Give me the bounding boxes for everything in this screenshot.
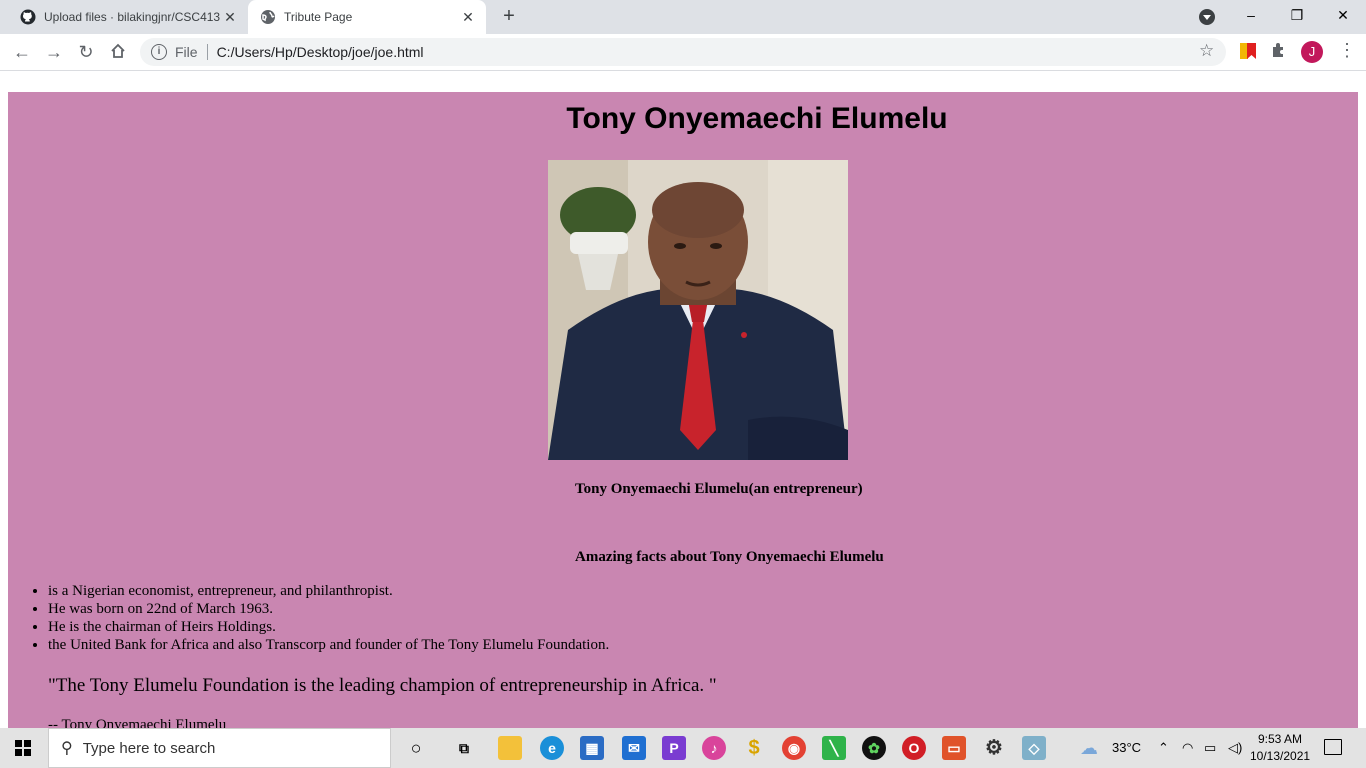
weather-temperature[interactable]: 33°C xyxy=(1112,728,1141,768)
address-bar[interactable]: i File C:/Users/Hp/Desktop/joe/joe.html xyxy=(140,38,1226,66)
opera-icon[interactable]: O xyxy=(902,736,926,760)
facts-heading: Amazing facts about Tony Onyemaechi Elum… xyxy=(575,549,884,565)
taskbar-search-input[interactable]: ⚲ Type here to search xyxy=(48,728,391,768)
search-icon: ⚲ xyxy=(61,740,73,757)
bookmark-extension-icon[interactable] xyxy=(1240,43,1256,59)
tab-close-icon[interactable]: ✕ xyxy=(460,9,476,26)
volume-icon[interactable]: ◁) xyxy=(1228,728,1242,768)
list-item: He was born on 22nd of March 1963. xyxy=(48,600,609,618)
image-caption: Tony Onyemaechi Elumelu(an entrepreneur) xyxy=(575,481,863,497)
task-view-icon[interactable]: ⧉ xyxy=(452,736,476,760)
globe-icon xyxy=(260,9,276,25)
itunes-icon[interactable]: ♪ xyxy=(702,736,726,760)
presentation-app-icon[interactable]: ▭ xyxy=(942,736,966,760)
chrome-icon[interactable]: ◉ xyxy=(782,736,806,760)
search-placeholder: Type here to search xyxy=(82,739,216,757)
list-item: He is the chairman of Heirs Holdings. xyxy=(48,618,609,636)
tab-close-icon[interactable]: ✕ xyxy=(222,9,238,26)
clock-time: 9:53 AM xyxy=(1257,732,1303,746)
wifi-icon[interactable]: ◠ xyxy=(1182,728,1193,768)
info-icon[interactable]: i xyxy=(151,44,167,60)
notification-icon[interactable] xyxy=(1324,739,1342,755)
list-item: the United Bank for Africa and also Tran… xyxy=(48,636,609,654)
tray-chevron-up-icon[interactable]: ⌃ xyxy=(1158,728,1169,768)
scheme-label: File xyxy=(175,44,198,60)
battery-icon[interactable]: ▭ xyxy=(1204,728,1216,768)
cortana-icon[interactable]: ○ xyxy=(404,736,428,760)
divider xyxy=(206,44,208,60)
settings-gear-icon[interactable]: ⚙ xyxy=(982,736,1006,760)
mail-icon[interactable]: ✉ xyxy=(622,736,646,760)
quote-attribution: -- Tony Onyemaechi Elumelu xyxy=(48,717,227,728)
portrait-image xyxy=(548,160,848,460)
green-app-icon[interactable]: ╲ xyxy=(822,736,846,760)
quote-text: "The Tony Elumelu Foundation is the lead… xyxy=(48,675,717,696)
minimize-button[interactable]: – xyxy=(1228,0,1274,30)
weather-cloud-icon[interactable]: ☁ xyxy=(1080,728,1098,768)
tab-tribute-page[interactable]: Tribute Page ✕ xyxy=(248,0,486,34)
p-app-icon[interactable]: P xyxy=(662,736,686,760)
tab-search-icon[interactable] xyxy=(1199,9,1215,25)
tab-title: Upload files · bilakingjnr/CSC413 xyxy=(44,10,221,24)
taskbar: ⚲ Type here to search ○ ⧉ e ▦ ✉ P ♪ $ ◉ … xyxy=(0,728,1366,768)
system-clock[interactable]: 9:53 AM 10/13/2021 xyxy=(1250,731,1310,765)
profile-avatar[interactable]: J xyxy=(1301,41,1323,63)
url-text: C:/Users/Hp/Desktop/joe/joe.html xyxy=(216,44,424,60)
bookmark-star-icon[interactable]: ☆ xyxy=(1199,41,1214,61)
list-item: is a Nigerian economist, entrepreneur, a… xyxy=(48,582,609,600)
menu-kebab-icon[interactable]: ⋮ xyxy=(1338,40,1356,61)
clock-date: 10/13/2021 xyxy=(1250,749,1311,763)
store-icon[interactable]: ▦ xyxy=(580,736,604,760)
github-icon xyxy=(20,9,36,25)
clover-app-icon[interactable]: ✿ xyxy=(862,736,886,760)
close-window-button[interactable]: ✕ xyxy=(1320,0,1366,30)
dollar-app-icon[interactable]: $ xyxy=(742,736,766,760)
new-tab-button[interactable]: + xyxy=(498,6,520,28)
facts-list: is a Nigerian economist, entrepreneur, a… xyxy=(8,582,609,654)
home-icon[interactable] xyxy=(108,42,128,62)
forward-arrow-icon[interactable]: → xyxy=(44,42,64,62)
tribute-page-body: Tony Onyemaechi Elumelu Tony Onyemaechi … xyxy=(8,92,1358,728)
file-explorer-icon[interactable] xyxy=(498,736,522,760)
back-arrow-icon[interactable]: ← xyxy=(12,42,32,62)
tab-title: Tribute Page xyxy=(284,10,353,24)
restore-button[interactable]: ❐ xyxy=(1274,0,1320,30)
tablet-app-icon[interactable]: ◇ xyxy=(1022,736,1046,760)
tab-strip: Upload files · bilakingjnr/CSC413 ✕ Trib… xyxy=(0,0,1366,34)
page-title: Tony Onyemaechi Elumelu xyxy=(566,102,948,135)
tab-upload-files[interactable]: Upload files · bilakingjnr/CSC413 ✕ xyxy=(8,0,248,34)
windows-start-icon[interactable] xyxy=(15,740,31,756)
browser-toolbar: ← → ↻ i File C:/Users/Hp/Desktop/joe/joe… xyxy=(0,34,1366,71)
edge-icon[interactable]: e xyxy=(540,736,564,760)
extensions-puzzle-icon[interactable] xyxy=(1271,42,1287,63)
reload-icon[interactable]: ↻ xyxy=(76,42,96,62)
